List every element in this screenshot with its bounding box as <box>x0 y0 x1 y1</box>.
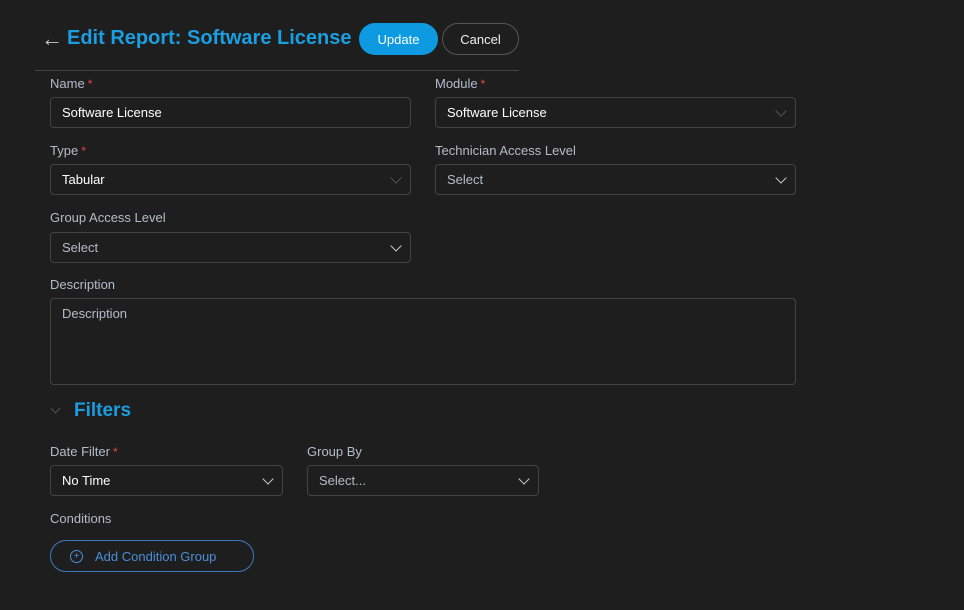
description-label: Description <box>50 277 116 292</box>
technician-access-value: Select <box>447 172 484 187</box>
type-value: Tabular <box>62 172 105 187</box>
type-label: Type * <box>50 143 86 158</box>
group-access-label: Group Access Level <box>50 210 166 225</box>
type-label-text: Type <box>50 143 79 158</box>
page-header: ← Edit Report: Software License Update C… <box>35 22 519 71</box>
filters-section-title: Filters <box>74 400 132 421</box>
chevron-down-icon[interactable] <box>50 403 61 414</box>
group-by-select[interactable]: Select... <box>307 465 539 496</box>
required-marker: * <box>87 77 93 91</box>
module-value: Software License <box>447 105 547 120</box>
page-title: Edit Report: Software License <box>67 27 352 49</box>
description-textarea[interactable] <box>50 298 796 385</box>
required-marker: * <box>480 77 486 91</box>
add-condition-group-button[interactable]: + Add Condition Group <box>50 540 254 572</box>
conditions-label: Conditions <box>50 511 112 526</box>
update-button[interactable]: Update <box>359 23 438 55</box>
module-label-text: Module <box>435 76 478 91</box>
chevron-down-icon <box>390 240 402 252</box>
date-filter-value: No Time <box>62 473 111 488</box>
chevron-down-icon <box>775 105 787 117</box>
group-access-value: Select <box>62 240 99 255</box>
group-by-value: Select... <box>319 473 366 488</box>
chevron-down-icon <box>518 473 530 485</box>
date-filter-select[interactable]: No Time <box>50 465 283 496</box>
module-select[interactable]: Software License <box>435 97 796 128</box>
date-filter-label-text: Date Filter <box>50 444 110 459</box>
group-access-select[interactable]: Select <box>50 232 411 263</box>
name-label-text: Name <box>50 76 85 91</box>
type-select[interactable]: Tabular <box>50 164 411 195</box>
module-label: Module * <box>435 76 485 91</box>
cancel-button[interactable]: Cancel <box>442 23 519 55</box>
date-filter-label: Date Filter * <box>50 444 118 459</box>
technician-access-label: Technician Access Level <box>435 143 576 158</box>
required-marker: * <box>81 144 86 158</box>
arrow-left-icon[interactable]: ← <box>41 28 63 50</box>
group-by-label: Group By <box>307 444 362 459</box>
name-input[interactable]: Software License <box>50 97 411 128</box>
chevron-down-icon <box>262 473 274 485</box>
name-label: Name * <box>50 76 92 91</box>
technician-access-select[interactable]: Select <box>435 164 796 195</box>
plus-circle-icon: + <box>70 550 83 563</box>
add-condition-group-label: Add Condition Group <box>95 548 217 564</box>
required-marker: * <box>112 445 118 459</box>
chevron-down-icon <box>390 172 402 184</box>
chevron-down-icon <box>775 172 787 184</box>
